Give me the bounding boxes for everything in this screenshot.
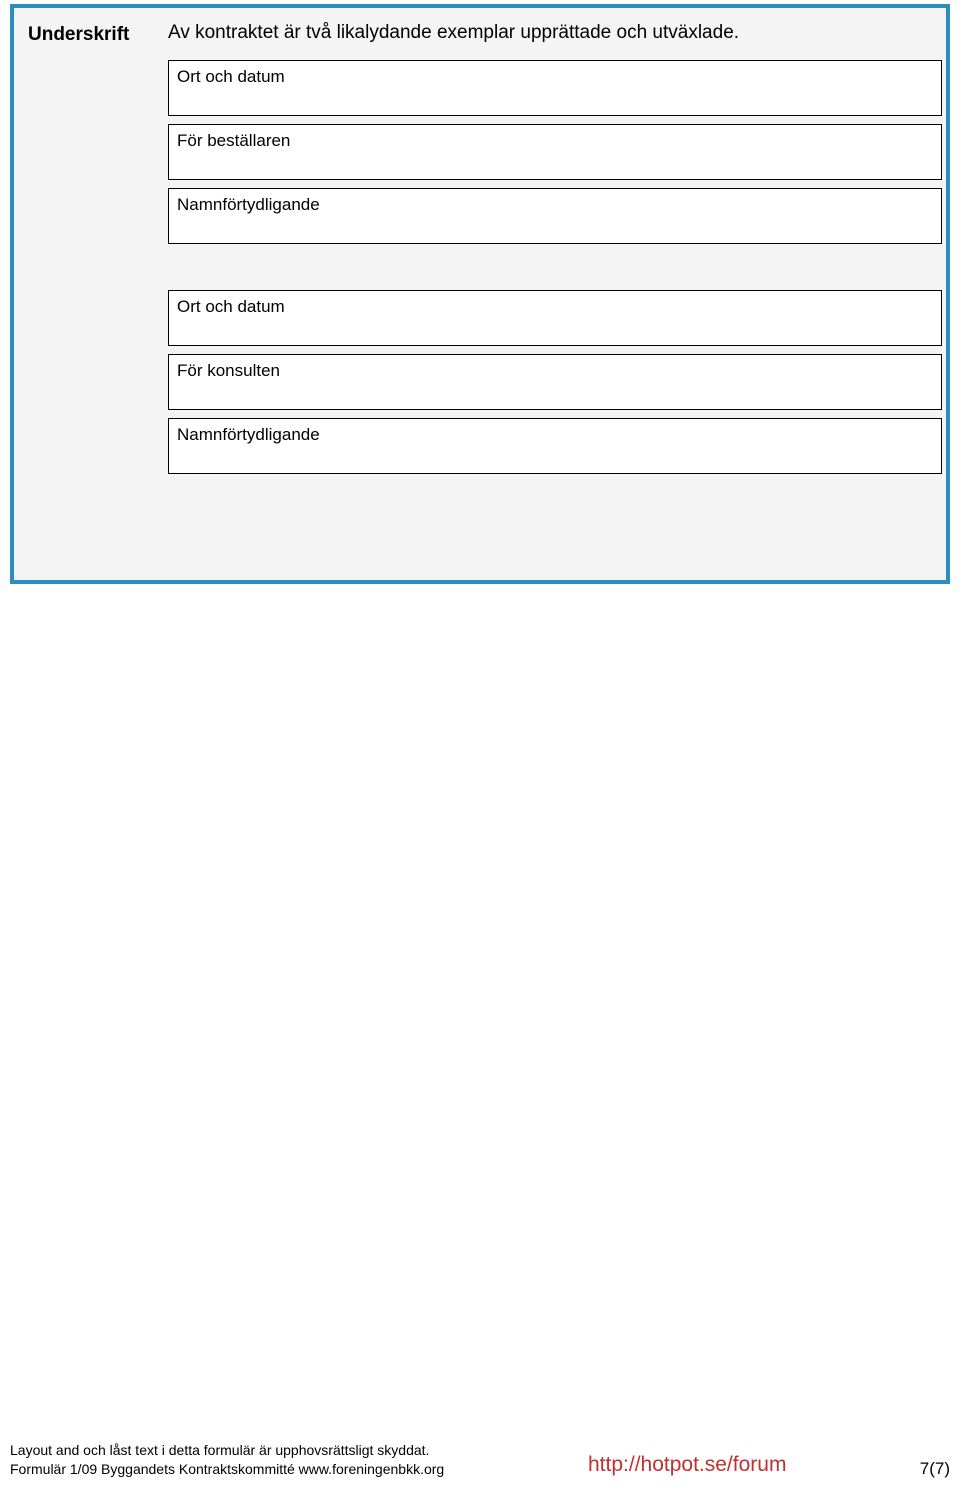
document-page: Underskrift Av kontraktet är två likalyd…	[0, 0, 960, 1493]
field-for-bestallaren[interactable]: För beställaren	[168, 124, 942, 180]
footer-link[interactable]: http://hotpot.se/forum	[588, 1453, 786, 1477]
section-header-row: Underskrift Av kontraktet är två likalyd…	[28, 22, 932, 46]
footer-copyright: Layout and och låst text i detta formulä…	[10, 1441, 950, 1479]
signature-fields-column: Ort och datum För beställaren Namnförtyd…	[168, 60, 932, 474]
field-namnfortydligande-2[interactable]: Namnförtydligande	[168, 418, 942, 474]
field-for-konsulten[interactable]: För konsulten	[168, 354, 942, 410]
page-number: 7(7)	[920, 1459, 950, 1479]
page-footer: Layout and och låst text i detta formulä…	[10, 1441, 950, 1479]
signature-panel: Underskrift Av kontraktet är två likalyd…	[10, 4, 950, 584]
field-ort-datum-1[interactable]: Ort och datum	[168, 60, 942, 116]
group-gap	[168, 252, 932, 290]
field-namnfortydligande-1[interactable]: Namnförtydligande	[168, 188, 942, 244]
section-intro: Av kontraktet är två likalydande exempla…	[168, 22, 739, 44]
footer-line-2: Formulär 1/09 Byggandets Kontraktskommit…	[10, 1460, 950, 1479]
footer-line-1: Layout and och låst text i detta formulä…	[10, 1441, 950, 1460]
section-title: Underskrift	[28, 22, 168, 46]
field-ort-datum-2[interactable]: Ort och datum	[168, 290, 942, 346]
